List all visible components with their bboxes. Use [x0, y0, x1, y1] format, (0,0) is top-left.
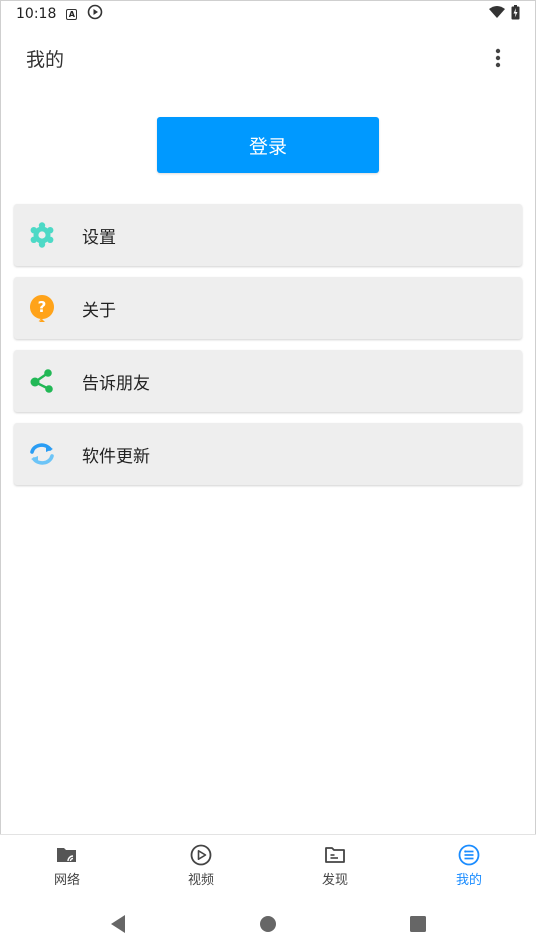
bottom-navigation: 网络 视频 发现 我的: [0, 834, 536, 897]
status-time: 10:18: [16, 6, 57, 22]
status-bar: 10:18 A: [0, 0, 536, 28]
recents-button[interactable]: [343, 915, 493, 933]
nav-item-network[interactable]: 网络: [0, 835, 134, 897]
network-folder-icon: [57, 848, 76, 862]
play-circle-icon: [190, 844, 212, 866]
app-bar: 我的: [0, 28, 536, 88]
back-button[interactable]: [43, 914, 193, 934]
home-button[interactable]: [193, 915, 343, 933]
menu-item-label: 关于: [82, 300, 116, 321]
more-options-button[interactable]: [486, 46, 510, 70]
nav-label: 发现: [321, 873, 348, 888]
media-play-status-icon: [87, 4, 103, 24]
settings-gear-icon: [28, 221, 56, 249]
menu-item-about[interactable]: ? 关于: [14, 277, 522, 339]
nav-label: 我的: [455, 873, 482, 888]
menu-item-tell-friends[interactable]: 告诉朋友: [14, 350, 522, 412]
folder-doc-icon: [325, 847, 345, 863]
share-icon: [28, 367, 56, 395]
menu-item-software-update[interactable]: 软件更新: [14, 423, 522, 485]
login-button[interactable]: 登录: [157, 117, 379, 173]
home-circle-icon: [260, 915, 276, 932]
battery-charging-icon: [511, 4, 520, 24]
svg-text:?: ?: [38, 298, 47, 316]
recents-square-icon: [410, 915, 426, 932]
mine-list-icon: [458, 844, 480, 866]
menu-item-label: 告诉朋友: [82, 373, 150, 394]
nav-item-video[interactable]: 视频: [134, 835, 268, 897]
notification-a-icon: A: [66, 8, 78, 20]
nav-label: 网络: [53, 873, 80, 888]
system-navigation-bar: [0, 896, 536, 951]
menu-item-settings[interactable]: 设置: [14, 204, 522, 266]
menu-item-label: 软件更新: [82, 446, 150, 467]
nav-item-mine[interactable]: 我的: [402, 835, 536, 897]
nav-item-discover[interactable]: 发现: [268, 835, 402, 897]
more-vert-icon: [495, 48, 501, 68]
page-title: 我的: [26, 48, 65, 71]
nav-label: 视频: [187, 873, 214, 888]
question-bubble-icon: ?: [28, 294, 56, 322]
wifi-icon: [489, 5, 505, 23]
back-triangle-icon: [111, 914, 125, 933]
settings-menu: 设置 ? 关于 告诉朋友 软件更新: [14, 204, 522, 496]
menu-item-label: 设置: [82, 227, 116, 248]
refresh-icon: [28, 440, 56, 468]
